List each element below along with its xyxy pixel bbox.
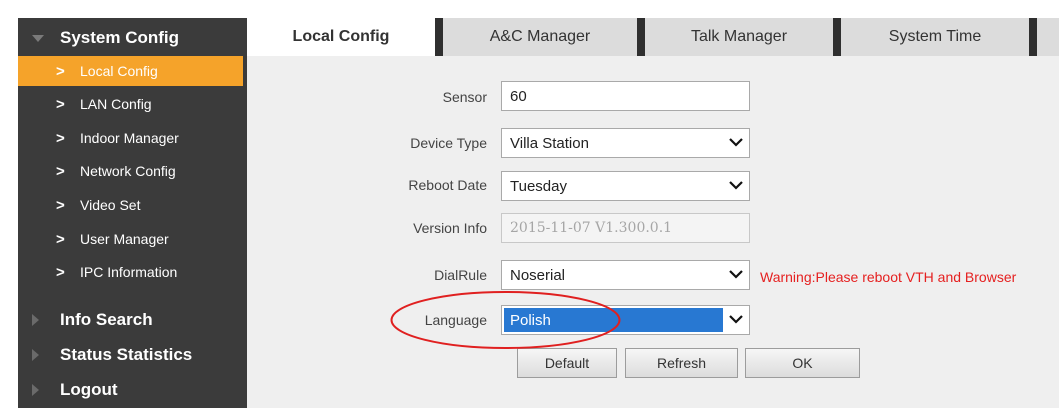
dialrule-value: Noserial: [510, 266, 566, 284]
sensor-label: Sensor: [442, 89, 487, 105]
tab-label: A&C Manager: [489, 28, 591, 45]
device-type-select[interactable]: Villa Station: [501, 128, 750, 158]
chevron-right-icon: >: [56, 263, 65, 281]
button-label: Refresh: [656, 355, 707, 371]
expand-down-icon: [32, 35, 44, 42]
ok-button[interactable]: OK: [745, 348, 860, 378]
dialrule-select[interactable]: Noserial: [501, 260, 750, 290]
sidebar-item-label: LAN Config: [80, 96, 152, 112]
local-config-panel: Sensor 60 Device Type Villa Station Rebo…: [247, 56, 1059, 408]
expand-right-icon: [32, 384, 39, 396]
version-info-value: 2015-11-07 V1.300.0.1: [510, 220, 673, 236]
chevron-down-icon: [729, 270, 743, 279]
chevron-down-icon: [729, 138, 743, 147]
sidebar-item-ipc-information[interactable]: > IPC Information: [18, 257, 247, 287]
annotation-ellipse: [390, 291, 621, 349]
reboot-date-label: Reboot Date: [408, 177, 487, 193]
sidebar-item-network-config[interactable]: > Network Config: [18, 156, 247, 186]
device-type-label: Device Type: [410, 135, 487, 151]
sidebar-item-lan-config[interactable]: > LAN Config: [18, 89, 247, 119]
chevron-right-icon: >: [56, 196, 65, 214]
tab-talk-manager[interactable]: Talk Manager: [645, 18, 833, 56]
version-info-field: 2015-11-07 V1.300.0.1: [501, 213, 750, 243]
chevron-down-icon: [729, 181, 743, 190]
tab-local-config[interactable]: Local Config: [247, 18, 435, 56]
sidebar-group-info-search[interactable]: Info Search: [18, 304, 247, 336]
sidebar-item-local-config[interactable]: > Local Config: [18, 56, 243, 86]
tab-system-time[interactable]: System Time: [841, 18, 1029, 56]
sidebar-group-label: Logout: [60, 380, 118, 399]
chevron-right-icon: >: [56, 129, 65, 147]
sidebar-item-video-set[interactable]: > Video Set: [18, 190, 247, 220]
expand-right-icon: [32, 349, 39, 361]
version-info-label: Version Info: [413, 220, 487, 236]
sidebar-item-label: Indoor Manager: [80, 130, 179, 146]
reboot-date-value: Tuesday: [510, 177, 567, 195]
sidebar-item-label: Video Set: [80, 197, 141, 213]
warning-text: Warning:Please reboot VTH and Browser: [760, 269, 1017, 285]
default-button[interactable]: Default: [517, 348, 617, 378]
reboot-date-select[interactable]: Tuesday: [501, 171, 750, 201]
tab-bar: Local Config A&C Manager Talk Manager Sy…: [247, 18, 1059, 56]
refresh-button[interactable]: Refresh: [625, 348, 738, 378]
chevron-right-icon: >: [56, 162, 65, 180]
sidebar-item-user-manager[interactable]: > User Manager: [18, 224, 247, 254]
sidebar-group-label: System Config: [60, 28, 180, 47]
sidebar-item-indoor-manager[interactable]: > Indoor Manager: [18, 123, 247, 153]
sensor-input[interactable]: 60: [501, 81, 750, 111]
button-label: Default: [544, 355, 590, 371]
chevron-right-icon: >: [56, 62, 65, 80]
tab-label: System Time: [888, 28, 982, 45]
sidebar-group-status-statistics[interactable]: Status Statistics: [18, 339, 247, 371]
sidebar-group-label: Status Statistics: [60, 345, 193, 364]
tab-label: Talk Manager: [690, 28, 788, 45]
sidebar-item-label: Local Config: [80, 63, 158, 79]
top-strip: [247, 0, 1059, 18]
expand-right-icon: [32, 314, 39, 326]
sidebar-item-label: Network Config: [80, 163, 176, 179]
tab-label: Local Config: [292, 28, 390, 45]
chevron-down-icon: [729, 315, 743, 324]
sidebar-item-label: User Manager: [80, 231, 169, 247]
sidebar-group-system-config[interactable]: System Config: [18, 22, 247, 54]
device-type-value: Villa Station: [510, 134, 589, 152]
chevron-right-icon: >: [56, 230, 65, 248]
chevron-right-icon: >: [56, 95, 65, 113]
sidebar: System Config > Local Config > LAN Confi…: [18, 18, 247, 408]
tab-ac-manager[interactable]: A&C Manager: [443, 18, 637, 56]
sidebar-item-label: IPC Information: [80, 264, 178, 280]
button-label: OK: [792, 355, 813, 371]
sidebar-group-logout[interactable]: Logout: [18, 374, 247, 406]
sensor-value: 60: [510, 87, 527, 105]
tab-overflow[interactable]: [1037, 18, 1059, 56]
dialrule-label: DialRule: [434, 267, 487, 283]
sidebar-group-label: Info Search: [60, 310, 153, 329]
